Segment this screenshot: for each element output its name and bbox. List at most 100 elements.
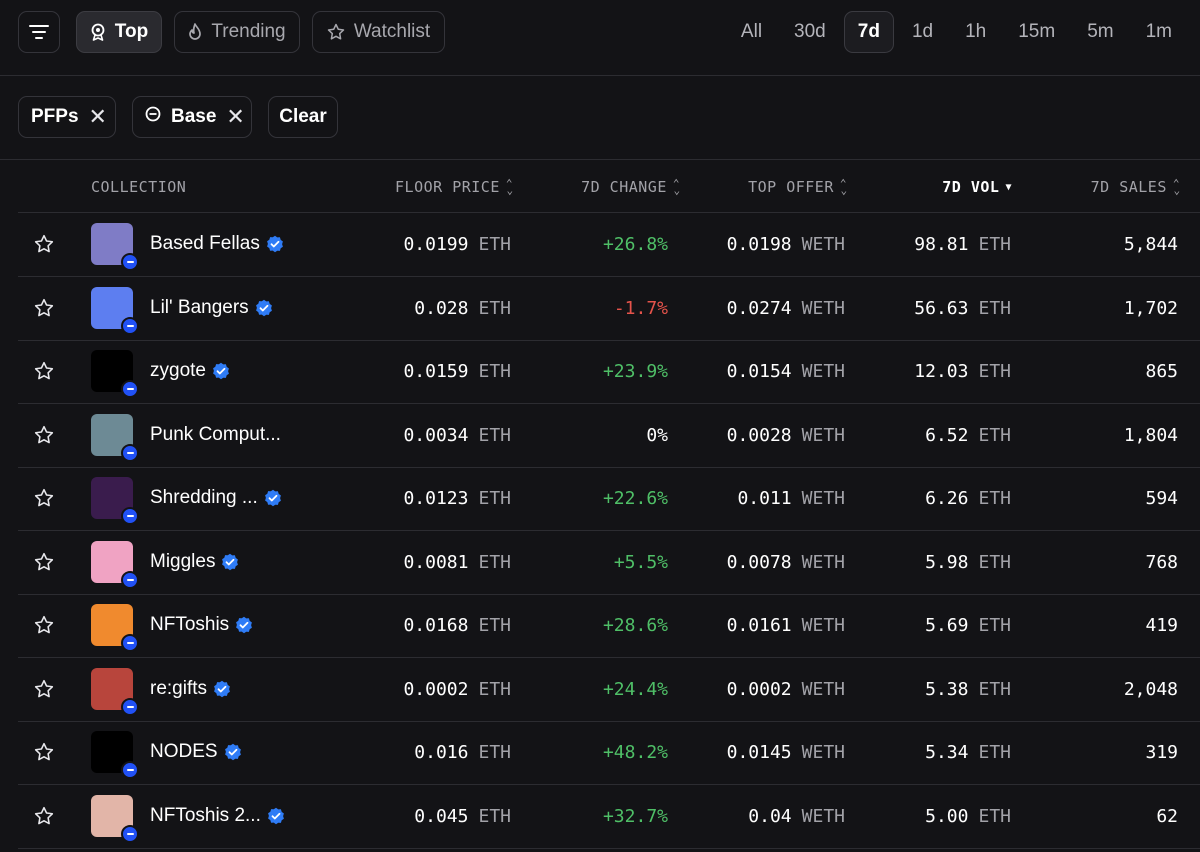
verified-badge-icon [267, 807, 285, 825]
filter-chip-pfps[interactable]: PFPs ✕ [18, 96, 116, 138]
timeframe-1m[interactable]: 1m [1132, 11, 1186, 53]
tab-top[interactable]: Top [76, 11, 162, 53]
header-collection[interactable]: COLLECTION [91, 178, 186, 196]
volume-unit: ETH [978, 615, 1011, 636]
volume-value: 5.34 [925, 742, 969, 763]
tab-trending-label: Trending [211, 21, 286, 42]
change-cell: +32.7% [602, 805, 668, 827]
collection-name[interactable]: Lil' Bangers [150, 297, 273, 319]
star-icon[interactable] [34, 742, 54, 762]
star-icon[interactable] [34, 615, 54, 635]
floor-price-unit: ETH [478, 615, 511, 636]
volume-value: 6.52 [925, 424, 969, 446]
table-row[interactable]: NFToshis 2... 0.045 ETH +32.7% 0.04 WETH 5.00 E… [18, 785, 1200, 849]
volume-cell: 5.00 ETH [925, 806, 1011, 827]
volume-cell: 5.98 ETH [925, 552, 1011, 573]
volume-cell: 5.69 ETH [925, 615, 1011, 636]
star-icon[interactable] [34, 552, 54, 572]
star-icon[interactable] [34, 679, 54, 699]
star-icon[interactable] [34, 361, 54, 381]
table-row[interactable]: Based Fellas 0.0199 ETH +26.8% 0.0198 WETH 98.… [18, 213, 1200, 277]
top-offer-cell: 0.0078 WETH [727, 552, 845, 573]
floor-price-value: 0.045 [414, 805, 469, 827]
collection-name-label: Shredding ... [150, 487, 258, 508]
base-chain-badge [121, 316, 139, 335]
collection-name[interactable]: NODES [150, 741, 242, 763]
collection-name[interactable]: zygote [150, 360, 230, 382]
table-row[interactable]: Miggles 0.0081 ETH +5.5% 0.0078 WETH 5.98 ETH 76… [18, 531, 1200, 595]
collection-name[interactable]: Shredding ... [150, 487, 282, 509]
sales-cell: 1,804 [1123, 424, 1178, 446]
table-row[interactable]: zygote 0.0159 ETH +23.9% 0.0154 WETH 12.03 ETH 8… [18, 340, 1200, 404]
tab-trending[interactable]: Trending [174, 11, 300, 53]
table-row[interactable]: re:gifts 0.0002 ETH +24.4% 0.0002 WETH 5.38 ETH… [18, 658, 1200, 722]
collection-name[interactable]: Punk Comput... [150, 424, 281, 446]
filter-chip-base[interactable]: Base ✕ [132, 96, 252, 138]
flame-icon [188, 23, 202, 41]
change-cell: 0% [646, 424, 668, 446]
timeframe-all[interactable]: All [727, 11, 776, 53]
header-collection-label: COLLECTION [91, 178, 187, 196]
filter-button[interactable] [18, 11, 60, 53]
collection-name[interactable]: NFToshis [150, 614, 253, 636]
collection-name[interactable]: NFToshis 2... [150, 805, 285, 827]
table-row[interactable]: Shredding ... 0.0123 ETH +22.6% 0.011 WETH 6.2… [18, 467, 1200, 531]
top-offer-unit: WETH [801, 551, 845, 573]
header-7d-sales[interactable]: 7D SALES ⌃ ⌃ [1091, 178, 1180, 197]
top-offer-value: 0.0161 [726, 615, 792, 636]
top-offer-unit: WETH [801, 424, 845, 446]
timeframe-7d[interactable]: 7d [843, 11, 894, 53]
volume-cell: 6.26 ETH [925, 488, 1011, 509]
table-row[interactable]: Lil' Bangers 0.028 ETH -1.7% 0.0274 WETH 56.63… [18, 277, 1200, 341]
floor-price-value: 0.016 [414, 742, 469, 763]
header-top-offer[interactable]: TOP OFFER ⌃ ⌃ [748, 178, 847, 197]
collection-name[interactable]: Miggles [150, 551, 239, 573]
floor-price-cell: 0.045 ETH [414, 806, 511, 827]
floor-price-cell: 0.016 ETH [414, 742, 511, 763]
collection-name-label: Based Fellas [150, 233, 260, 254]
clear-filters-button[interactable]: Clear [268, 96, 338, 138]
collection-name[interactable]: re:gifts [150, 678, 231, 700]
table-row[interactable]: NODES 0.016 ETH +48.2% 0.0145 WETH 5.34 ETH 319 [18, 721, 1200, 785]
header-floor-price[interactable]: FLOOR PRICE ⌃ ⌃ [395, 178, 513, 197]
timeframe-5m[interactable]: 5m [1073, 11, 1127, 53]
top-offer-unit: WETH [801, 234, 845, 255]
collection-name[interactable]: Based Fellas [150, 233, 284, 255]
star-icon[interactable] [34, 298, 54, 318]
header-7d-change[interactable]: 7D CHANGE ⌃ ⌃ [581, 178, 680, 197]
floor-price-value: 0.0034 [403, 424, 469, 446]
table-row[interactable]: Punk Comput... 0.0034 ETH 0% 0.0028 WETH 6.52 E… [18, 404, 1200, 468]
timeframe-1d[interactable]: 1d [898, 11, 947, 53]
timeframe-15m[interactable]: 15m [1004, 11, 1069, 53]
timeframe-1h[interactable]: 1h [951, 11, 1000, 53]
star-icon[interactable] [34, 488, 54, 508]
base-chain-badge [121, 761, 139, 779]
change-cell: +48.2% [602, 742, 668, 763]
header-offer-label: TOP OFFER [748, 178, 834, 196]
star-icon[interactable] [34, 425, 54, 445]
header-7d-vol[interactable]: 7D VOL ▼ [942, 178, 1012, 196]
verified-badge-icon [224, 743, 242, 761]
volume-unit: ETH [978, 361, 1011, 382]
timeframe-30d[interactable]: 30d [780, 11, 840, 53]
star-icon[interactable] [34, 806, 54, 826]
tab-watchlist[interactable]: Watchlist [312, 11, 445, 53]
verified-badge-icon [235, 616, 253, 634]
volume-cell: 5.38 ETH [925, 679, 1011, 700]
change-cell: -1.7% [613, 297, 668, 319]
top-offer-value: 0.0145 [726, 742, 792, 763]
top-offer-cell: 0.0161 WETH [727, 615, 845, 636]
close-icon[interactable]: ✕ [89, 106, 107, 128]
volume-cell: 12.03 ETH [914, 361, 1011, 382]
close-icon[interactable]: ✕ [226, 106, 244, 128]
table-row[interactable]: NFToshis 0.0168 ETH +28.6% 0.0161 WETH 5.69 ETH… [18, 594, 1200, 658]
chevron-down-icon: ▼ [1005, 181, 1012, 193]
volume-value: 6.26 [925, 488, 969, 509]
change-cell: +23.9% [602, 361, 668, 382]
sales-cell: 594 [1145, 488, 1178, 509]
volume-unit: ETH [978, 488, 1011, 509]
volume-unit: ETH [978, 551, 1011, 573]
base-chain-badge [121, 697, 139, 716]
star-icon[interactable] [34, 234, 54, 254]
floor-price-cell: 0.028 ETH [414, 298, 511, 319]
